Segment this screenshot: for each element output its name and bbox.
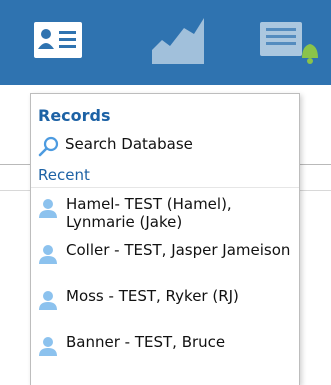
recent-record-item[interactable]: Coller - TEST, Jasper Jameison [38,241,293,283]
person-icon [39,199,57,218]
contact-card-icon [34,22,82,58]
records-button[interactable] [16,0,102,85]
chart-icon [152,18,204,64]
person-icon [39,337,57,356]
chart-button[interactable] [140,0,220,85]
notes-bell-icon [260,22,318,64]
recent-record-item[interactable]: Hamel- TEST (Hamel), Lynmarie (Jake) [38,195,293,237]
recent-record-item[interactable]: Banner - TEST, Bruce [38,333,293,375]
recent-record-label: Hamel- TEST (Hamel), Lynmarie (Jake) [66,195,232,231]
top-toolbar [0,0,331,85]
records-heading: Records [38,106,111,125]
records-dropdown-menu: Records Search Database Recent Hamel- TE… [30,93,300,385]
recent-record-label: Coller - TEST, Jasper Jameison [66,241,291,259]
recent-heading: Recent [38,166,90,184]
search-database-label: Search Database [65,135,193,153]
person-icon [39,291,57,310]
recent-record-item[interactable]: Moss - TEST, Ryker (RJ) [38,287,293,329]
menu-divider [31,187,299,188]
recent-record-label: Banner - TEST, Bruce [66,333,226,351]
recent-record-label: Moss - TEST, Ryker (RJ) [66,287,239,305]
search-icon [38,136,59,157]
notes-button[interactable] [248,0,328,85]
person-icon [39,245,57,264]
